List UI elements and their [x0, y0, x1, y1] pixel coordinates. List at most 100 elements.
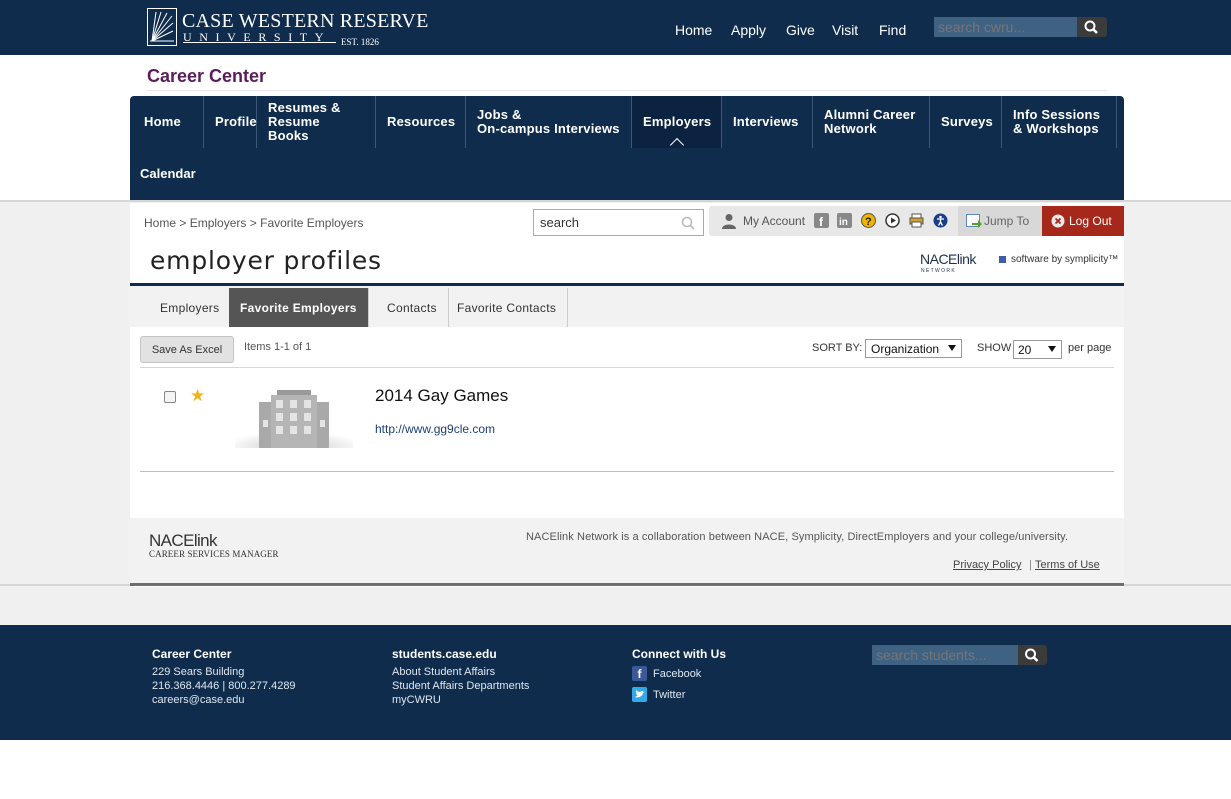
footer-phone: 216.368.4446 | 800.277.4289: [152, 680, 296, 692]
cwru-search-button[interactable]: [1077, 17, 1107, 37]
search-icon: [681, 216, 695, 230]
accessibility-icon[interactable]: [933, 213, 948, 228]
items-count: Items 1-1 of 1: [244, 341, 312, 353]
career-services-manager-label: CAREER SERVICES MANAGER: [149, 549, 279, 559]
tab-favorite-contacts[interactable]: Favorite Contacts: [446, 288, 569, 327]
footer-email-link[interactable]: careers@case.edu: [152, 694, 245, 706]
top-nav-give[interactable]: Give: [786, 22, 815, 38]
footer-facebook-link[interactable]: Facebook: [653, 668, 701, 680]
symplicity-mark: [999, 256, 1006, 263]
page-title: employer profiles: [150, 246, 382, 275]
jump-to-icon: [966, 214, 982, 228]
my-account-link[interactable]: My Account: [743, 214, 805, 228]
footer-link-student-affairs-departments[interactable]: Student Affairs Departments: [392, 680, 529, 692]
sort-by-select[interactable]: Organization: [865, 339, 962, 358]
print-icon[interactable]: [909, 213, 924, 228]
breadcrumb-home[interactable]: Home: [144, 216, 176, 230]
cwru-search-input[interactable]: [934, 17, 1077, 37]
svg-text:?: ?: [865, 216, 872, 228]
user-icon: [722, 214, 736, 229]
nav-profile[interactable]: Profile: [204, 96, 257, 148]
breadcrumb-separator: >: [249, 216, 257, 230]
tab-favorite-employers[interactable]: Favorite Employers: [229, 288, 369, 327]
nacelink-network-logo: NACElink N E T W O R K: [920, 251, 978, 274]
per-page-label: per page: [1068, 342, 1112, 354]
linkedin-icon[interactable]: in: [837, 213, 852, 228]
footer-twitter-link[interactable]: Twitter: [653, 689, 685, 701]
save-as-excel-button[interactable]: Save As Excel: [140, 336, 234, 363]
tab-employers[interactable]: Employers: [149, 288, 232, 327]
log-out-label[interactable]: Log Out: [1069, 214, 1112, 228]
employer-url[interactable]: http://www.gg9cle.com: [375, 422, 495, 436]
top-nav-find[interactable]: Find: [879, 22, 906, 38]
search-icon: [1084, 20, 1098, 34]
nav-calendar[interactable]: Calendar: [140, 166, 196, 181]
nav-info-sessions[interactable]: Info Sessions & Workshops: [1002, 96, 1117, 148]
breadcrumb-employers[interactable]: Employers: [190, 216, 247, 230]
nav-resumes[interactable]: Resumes & Resume Books: [257, 96, 376, 148]
play-icon[interactable]: [885, 213, 900, 228]
nav-resources[interactable]: Resources: [376, 96, 466, 148]
nacelink-csm-logo: NACElink: [149, 531, 219, 550]
students-search-button[interactable]: [1018, 645, 1047, 665]
sort-by-value: Organization: [871, 342, 940, 356]
breadcrumb-current: Favorite Employers: [260, 216, 364, 230]
nav-surveys[interactable]: Surveys: [930, 96, 1002, 148]
chevron-down-icon: [948, 345, 956, 351]
building-icon: [235, 390, 353, 448]
top-nav-apply[interactable]: Apply: [731, 22, 766, 38]
footer-address: 229 Sears Building: [152, 666, 245, 678]
site-title[interactable]: Career Center: [147, 66, 266, 87]
per-page-value: 20: [1018, 343, 1032, 357]
nacelink-collaboration-text: NACElink Network is a collaboration betw…: [526, 531, 1069, 543]
nav-alumni-career-network[interactable]: Alumni Career Network: [813, 96, 930, 148]
tab-contacts[interactable]: Contacts: [376, 288, 449, 327]
nacelink-logo-text: NACElink: [920, 251, 977, 267]
established-year: EST. 1826: [341, 37, 379, 47]
footer-students-heading[interactable]: students.case.edu: [392, 647, 497, 661]
nacelink-logo-subtext: N E T W O R K: [921, 268, 955, 274]
nav-interviews[interactable]: Interviews: [722, 96, 813, 148]
help-icon[interactable]: ?: [861, 213, 876, 228]
footer-link-separator: |: [1029, 559, 1032, 571]
nav-jobs[interactable]: Jobs & On-campus Interviews: [466, 96, 632, 148]
privacy-policy-link[interactable]: Privacy Policy: [953, 559, 1021, 571]
nacelink-logo-text: NACElink: [149, 531, 218, 550]
list-divider: [140, 471, 1114, 472]
site-search-button[interactable]: [673, 209, 704, 236]
footer-link-about-student-affairs[interactable]: About Student Affairs: [392, 666, 495, 678]
terms-of-use-link[interactable]: Terms of Use: [1035, 559, 1100, 571]
university-logo-icon[interactable]: [147, 8, 177, 46]
close-icon: [1051, 214, 1065, 228]
header-divider: [147, 90, 1107, 91]
show-label: SHOW: [977, 342, 1012, 354]
content-footer: [130, 518, 1124, 584]
facebook-icon[interactable]: f: [814, 213, 829, 228]
jump-to-label[interactable]: Jump To: [984, 214, 1029, 228]
students-search-input[interactable]: [872, 645, 1018, 665]
nav-home[interactable]: Home: [130, 96, 204, 148]
breadcrumb: Home > Employers > Favorite Employers: [144, 216, 363, 230]
footer-career-center-heading: Career Center: [152, 647, 232, 661]
favorite-star-icon[interactable]: ★: [190, 387, 205, 405]
svg-text:in: in: [839, 217, 848, 228]
sort-by-label: SORT BY:: [812, 342, 863, 354]
content-footer-rule: [130, 583, 1124, 586]
chevron-down-icon: [1048, 346, 1056, 352]
employer-name[interactable]: 2014 Gay Games: [375, 386, 508, 406]
footer-link-mycwru[interactable]: myCWRU: [392, 694, 441, 706]
software-by-symplicity: software by symplicity™: [1011, 254, 1119, 265]
footer-connect-heading: Connect with Us: [632, 647, 727, 661]
site-search-input[interactable]: [533, 209, 674, 236]
facebook-icon[interactable]: f: [632, 666, 647, 681]
twitter-icon[interactable]: [632, 687, 647, 702]
list-divider: [140, 367, 1114, 368]
logo-divider: [183, 42, 336, 43]
top-nav-visit[interactable]: Visit: [832, 22, 858, 38]
employer-select-checkbox[interactable]: [164, 391, 176, 403]
breadcrumb-separator: >: [179, 216, 187, 230]
search-icon: [1025, 648, 1039, 662]
main-nav: Home Profile Resumes & Resume Books Reso…: [130, 96, 1124, 200]
top-nav-home[interactable]: Home: [675, 22, 712, 38]
per-page-select[interactable]: 20: [1013, 340, 1062, 359]
